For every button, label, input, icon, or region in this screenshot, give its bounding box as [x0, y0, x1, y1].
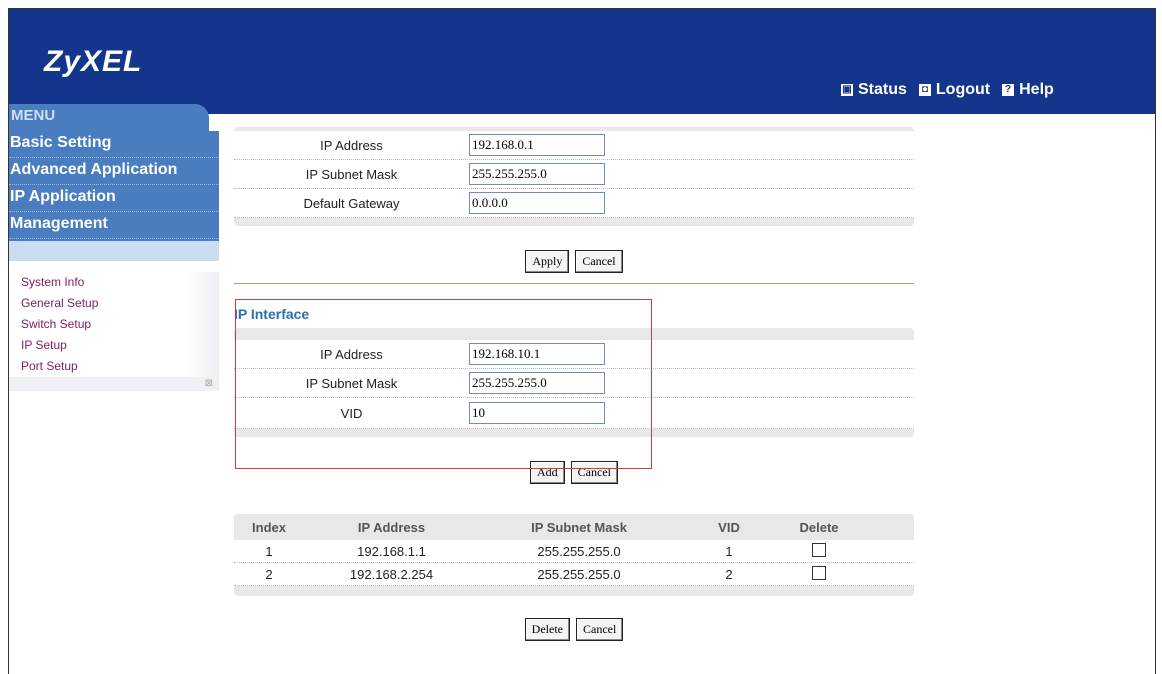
table-buttons: Delete Cancel: [234, 618, 914, 641]
status-link[interactable]: ▣ Status: [841, 81, 907, 99]
mgmt-subnet-mask-input[interactable]: [469, 163, 605, 185]
row-index: 1: [265, 543, 273, 559]
row-ip: 192.168.1.1: [357, 543, 426, 559]
main-menu: Basic Setting Advanced Application IP Ap…: [9, 131, 219, 241]
mgmt-subnet-mask-row: IP Subnet Mask: [234, 160, 914, 189]
apply-button[interactable]: Apply: [525, 250, 570, 273]
mgmt-ip-address-row: IP Address: [234, 131, 914, 160]
table-header: Index IP Address IP Subnet Mask VID Dele…: [234, 514, 914, 540]
mgmt-ip-address-label: IP Address: [320, 137, 383, 153]
browser-frame: ZyXEL ▣ Status ◘ Logout ? Help MENU Basic S…: [8, 8, 1156, 674]
highlight-box: [235, 299, 652, 469]
col-vid-header: VID: [718, 519, 740, 535]
submenu: System Info General Setup Switch Setup I…: [9, 272, 219, 391]
logout-link[interactable]: ◘ Logout: [918, 81, 991, 99]
menu-divider: [9, 241, 219, 261]
table-row: 1 192.168.1.1 255.255.255.0 1: [234, 540, 914, 563]
submenu-ip-setup[interactable]: IP Setup: [9, 335, 219, 356]
mgmt-buttons: Apply Cancel: [234, 250, 914, 273]
submenu-general-setup[interactable]: General Setup: [9, 293, 219, 314]
section-divider: [234, 283, 914, 284]
table-cancel-button[interactable]: Cancel: [575, 618, 624, 641]
row-vid: 1: [725, 543, 733, 559]
col-delete-header: Delete: [799, 519, 839, 535]
submenu-footer: ⊠: [9, 377, 219, 391]
mgmt-gateway-label: Default Gateway: [303, 195, 400, 211]
menu-tab: MENU: [9, 104, 209, 132]
help-link[interactable]: ? Help: [1002, 81, 1054, 99]
menu-title: MENU: [11, 107, 56, 124]
menu-item-management[interactable]: Management: [9, 212, 219, 239]
submenu-switch-setup[interactable]: Switch Setup: [9, 314, 219, 335]
row-ip: 192.168.2.254: [349, 566, 434, 582]
logout-icon: ◘: [918, 84, 931, 96]
top-links: ▣ Status ◘ Logout ? Help: [841, 81, 1054, 99]
menu-item-advanced-application[interactable]: Advanced Application: [9, 158, 219, 185]
status-label: Status: [858, 81, 907, 98]
header-bar: ZyXEL ▣ Status ◘ Logout ? Help: [9, 9, 1155, 114]
mgmt-cancel-button[interactable]: Cancel: [575, 250, 623, 273]
help-icon: ?: [1002, 84, 1015, 96]
col-mask-header: IP Subnet Mask: [531, 519, 627, 535]
menu-item-ip-application[interactable]: IP Application: [9, 185, 219, 212]
ip-interface-table: Index IP Address IP Subnet Mask VID Dele…: [234, 514, 914, 596]
delete-checkbox[interactable]: [812, 565, 826, 580]
delete-button[interactable]: Delete: [524, 618, 570, 641]
mgmt-gateway-input[interactable]: [469, 192, 605, 214]
mgmt-subnet-mask-label: IP Subnet Mask: [305, 166, 398, 182]
mgmt-gateway-row: Default Gateway: [234, 189, 914, 218]
row-mask: 255.255.255.0: [537, 543, 621, 559]
management-ip-panel: IP Address IP Subnet Mask Default Gatewa…: [234, 127, 914, 226]
row-index: 2: [265, 566, 273, 582]
row-vid: 2: [725, 566, 733, 582]
zyxel-logo: ZyXEL: [44, 45, 143, 78]
menu-item-basic-setting[interactable]: Basic Setting: [9, 131, 219, 158]
col-ip-header: IP Address: [357, 519, 426, 535]
collapse-icon[interactable]: ⊠: [205, 378, 213, 389]
submenu-port-setup[interactable]: Port Setup: [9, 356, 219, 377]
mgmt-ip-address-input[interactable]: [469, 134, 605, 156]
help-label: Help: [1019, 81, 1054, 98]
status-icon: ▣: [841, 84, 853, 96]
table-row: 2 192.168.2.254 255.255.255.0 2: [234, 563, 914, 586]
submenu-system-info[interactable]: System Info: [9, 272, 219, 293]
delete-checkbox[interactable]: [812, 542, 826, 557]
row-mask: 255.255.255.0: [537, 566, 621, 582]
col-index-header: Index: [252, 519, 286, 535]
logout-label: Logout: [935, 81, 991, 98]
